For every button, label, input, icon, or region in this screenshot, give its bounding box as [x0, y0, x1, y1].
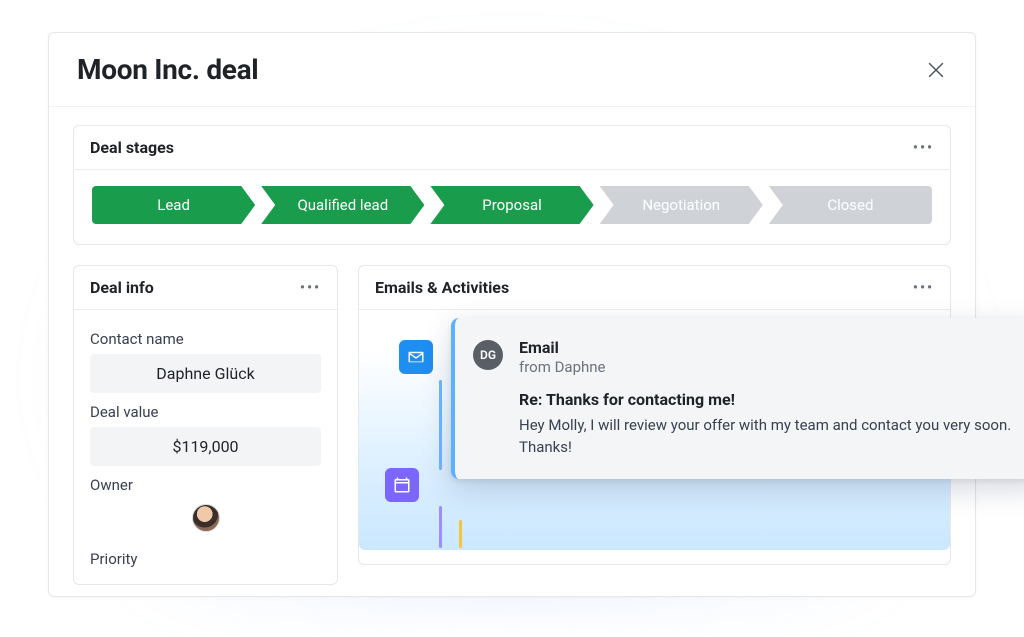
stage-proposal[interactable]: Proposal	[430, 186, 593, 224]
email-body: Hey Molly, I will review your offer with…	[519, 415, 1017, 459]
more-icon[interactable]: •••	[300, 280, 321, 296]
contact-name-field[interactable]: Daphne Glück	[90, 354, 321, 393]
stage-label: Negotiation	[642, 196, 720, 214]
sender-avatar: DG	[473, 340, 503, 370]
stage-label: Proposal	[482, 196, 541, 214]
email-subject: Re: Thanks for contacting me!	[519, 390, 1017, 409]
deal-info-title: Deal info	[90, 278, 154, 297]
stage-qualified-lead[interactable]: Qualified lead	[261, 186, 424, 224]
close-icon[interactable]	[925, 59, 947, 81]
deal-value-label: Deal value	[90, 403, 321, 421]
stages-row: Lead Qualified lead Proposal Negotiation…	[74, 170, 950, 244]
panel-header: Moon Inc. deal	[49, 33, 975, 107]
contact-name-label: Contact name	[90, 330, 321, 348]
activity-type-label: Email	[519, 338, 1017, 357]
deal-stages-title: Deal stages	[90, 138, 174, 157]
more-icon[interactable]: •••	[913, 280, 934, 296]
activity-from-label: from Daphne	[519, 358, 1017, 376]
stage-closed[interactable]: Closed	[769, 186, 932, 224]
deal-value-field[interactable]: $119,000	[90, 427, 321, 466]
owner-label: Owner	[90, 476, 321, 494]
timeline-segment	[459, 520, 462, 548]
more-icon[interactable]: •••	[913, 140, 934, 156]
page-title: Moon Inc. deal	[77, 53, 258, 86]
deal-stages-card: Deal stages ••• Lead Qualified lead Prop…	[73, 125, 951, 245]
calendar-icon[interactable]	[385, 468, 419, 502]
activities-card: Emails & Activities •••	[358, 265, 951, 565]
stage-negotiation[interactable]: Negotiation	[600, 186, 763, 224]
stage-lead[interactable]: Lead	[92, 186, 255, 224]
email-preview-card[interactable]: DG Email from Daphne Re: Thanks for cont…	[451, 318, 1024, 479]
stage-label: Lead	[157, 196, 190, 214]
deal-info-card: Deal info ••• Contact name Daphne Glück …	[73, 265, 338, 585]
email-icon[interactable]	[399, 340, 433, 374]
timeline-segment	[439, 506, 442, 548]
owner-avatar[interactable]	[192, 504, 220, 532]
activities-title: Emails & Activities	[375, 278, 509, 297]
priority-label: Priority	[90, 550, 321, 568]
deal-panel: Moon Inc. deal Deal stages ••• Lead Qual…	[48, 32, 976, 597]
stage-label: Closed	[827, 196, 873, 214]
stage-label: Qualified lead	[297, 196, 388, 214]
timeline-segment	[439, 380, 442, 470]
